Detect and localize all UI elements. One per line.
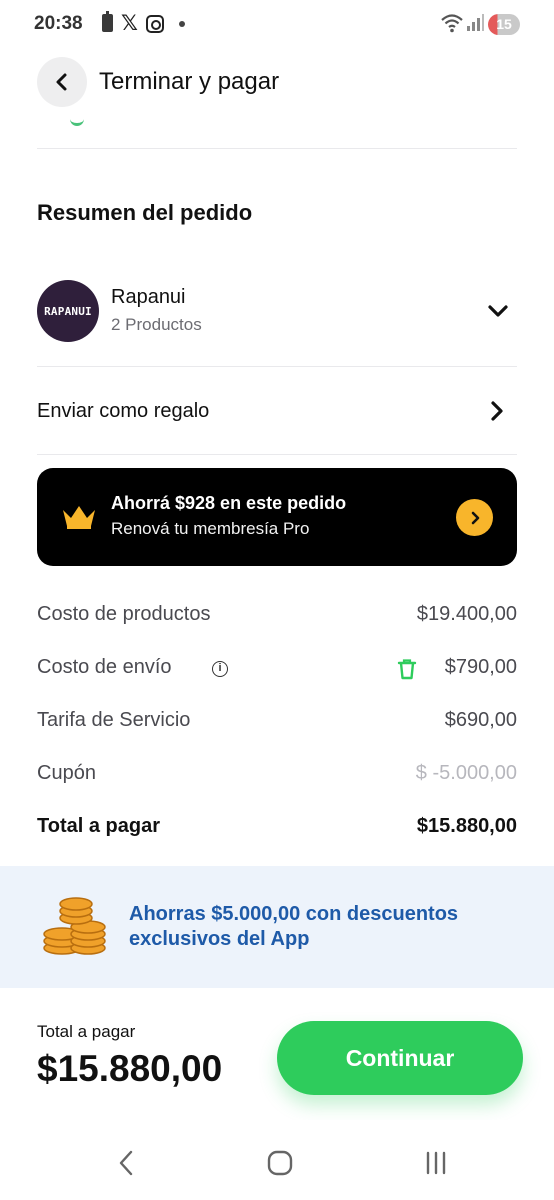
page-header: Terminar y pagar <box>0 56 554 108</box>
signal-icon <box>467 14 484 31</box>
checkout-footer: Total a pagar $15.880,00 Continuar <box>0 988 554 1120</box>
chevron-right-icon <box>471 511 479 524</box>
recents-nav-icon[interactable] <box>416 1146 456 1180</box>
pro-membership-promo[interactable]: Ahorrá $928 en este pedido Renová tu mem… <box>37 468 517 566</box>
trash-icon[interactable] <box>397 658 417 680</box>
status-time: 20:38 <box>34 13 83 34</box>
crown-icon <box>63 506 95 529</box>
divider <box>37 148 517 149</box>
status-bar: 20:38 𝕏 15 <box>0 0 554 50</box>
order-summary-title: Resumen del pedido <box>37 200 253 225</box>
cost-label: Costo de envío <box>37 656 172 678</box>
info-icon[interactable]: i <box>212 661 228 677</box>
cost-service-row: Tarifa de Servicio $690,00 <box>37 706 517 736</box>
footer-total-label: Total a pagar <box>37 1022 136 1041</box>
savings-banner: Ahorras $5.000,00 con descuentos exclusi… <box>0 866 554 988</box>
cost-shipping-row: Costo de envío i $790,00 <box>37 653 517 683</box>
promo-title: Ahorrá $928 en este pedido <box>111 493 347 513</box>
store-logo: RAPANUI <box>37 280 99 342</box>
cost-value: $690,00 <box>444 709 517 731</box>
x-logo-icon: 𝕏 <box>121 12 138 35</box>
coins-icon <box>43 897 106 955</box>
cost-value: $790,00 <box>444 656 517 678</box>
wifi-icon <box>441 14 463 33</box>
system-nav-bar <box>0 1120 554 1200</box>
back-button[interactable] <box>37 57 87 107</box>
home-nav-icon[interactable] <box>260 1146 300 1180</box>
cost-coupon-row: Cupón $ -5.000,00 <box>37 759 517 789</box>
store-row[interactable]: RAPANUI Rapanui 2 Productos <box>37 280 517 342</box>
page-title: Terminar y pagar <box>99 68 280 95</box>
cost-total-row: Total a pagar $15.880,00 <box>37 812 517 842</box>
battery-saver-icon <box>102 11 113 32</box>
savings-text: Ahorras $5.000,00 con descuentos exclusi… <box>129 903 459 950</box>
store-name: Rapanui <box>111 286 186 308</box>
promo-subtitle: Renová tu membresía Pro <box>111 519 310 538</box>
cost-products-row: Costo de productos $19.400,00 <box>37 600 517 630</box>
send-as-gift-label: Enviar como regalo <box>37 400 210 422</box>
store-product-count: 2 Productos <box>111 315 202 334</box>
promo-go-button[interactable] <box>456 499 493 536</box>
back-nav-icon[interactable] <box>106 1146 146 1180</box>
cost-label: Tarifa de Servicio <box>37 709 191 731</box>
continue-button[interactable]: Continuar <box>277 1021 523 1095</box>
footer-total-amount: $15.880,00 <box>37 1048 223 1089</box>
cost-value: $19.400,00 <box>416 603 517 625</box>
cost-value: $ -5.000,00 <box>415 762 517 784</box>
cost-label: Cupón <box>37 762 96 784</box>
chevron-right-icon <box>491 401 503 421</box>
divider <box>37 366 517 367</box>
cost-label: Total a pagar <box>37 815 160 837</box>
notification-dot-icon <box>179 21 185 27</box>
send-as-gift-row[interactable]: Enviar como regalo <box>37 384 517 438</box>
cost-value: $15.880,00 <box>416 815 517 837</box>
cost-label: Costo de productos <box>37 603 211 625</box>
scroll-hint <box>70 118 84 126</box>
instagram-icon <box>146 15 164 33</box>
battery-indicator: 15 <box>488 14 520 35</box>
chevron-down-icon[interactable] <box>487 300 509 322</box>
chevron-left-icon <box>56 73 67 91</box>
divider <box>37 454 517 455</box>
